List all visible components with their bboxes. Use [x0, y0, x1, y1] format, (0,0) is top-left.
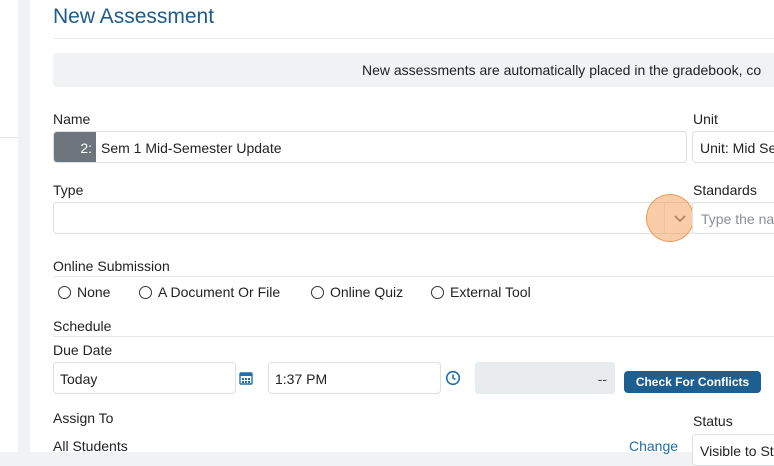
status-select[interactable]: Visible to St	[692, 434, 774, 466]
status-label: Status	[693, 413, 733, 429]
due-date-label: Due Date	[53, 342, 113, 358]
click-focus-marker	[646, 194, 694, 242]
sidebar-panel-bottom	[0, 146, 18, 452]
submission-option-external[interactable]: External Tool	[431, 284, 531, 300]
standards-input[interactable]: Type the na	[692, 202, 774, 234]
status-select-value: Visible to St	[700, 443, 774, 459]
submission-option-document-label: A Document Or File	[158, 284, 281, 300]
due-date-input-value: Today	[60, 371, 98, 387]
submission-option-external-label: External Tool	[450, 284, 531, 300]
name-prefix-badge: 2:	[54, 132, 96, 162]
standards-label: Standards	[693, 182, 757, 198]
date-picker-button[interactable]	[239, 371, 253, 385]
submission-option-quiz[interactable]: Online Quiz	[311, 284, 403, 300]
due-end-field: --	[475, 362, 615, 394]
submission-option-document[interactable]: A Document Or File	[139, 284, 280, 300]
schedule-divider	[53, 336, 774, 337]
standards-input-placeholder: Type the na	[701, 211, 774, 227]
gradebook-notice-text: New assessments are automatically placed…	[362, 62, 762, 78]
unit-label: Unit	[693, 111, 718, 127]
submission-option-none[interactable]: None	[58, 284, 110, 300]
online-submission-label: Online Submission	[53, 258, 170, 274]
sidebar-panel-top	[0, 0, 18, 138]
due-time-input-value: 1:37 PM	[275, 371, 328, 387]
name-input[interactable]: 2: Sem 1 Mid-Semester Update	[53, 131, 687, 163]
time-picker-button[interactable]	[445, 370, 461, 386]
schedule-label: Schedule	[53, 318, 112, 334]
radio-circle-icon	[431, 285, 444, 299]
calendar-icon	[239, 372, 253, 385]
page-title: New Assessment	[53, 5, 215, 28]
name-input-value: Sem 1 Mid-Semester Update	[101, 140, 282, 156]
submission-option-none-label: None	[77, 284, 111, 300]
radio-circle-icon	[311, 285, 324, 299]
assessment-form-panel: New Assessment New assessments are autom…	[30, 0, 774, 466]
due-end-value: --	[597, 371, 607, 387]
name-prefix-text: 2:	[80, 140, 92, 156]
title-divider	[53, 38, 774, 39]
check-conflicts-button[interactable]: Check For Conflicts	[624, 371, 761, 393]
due-time-input[interactable]: 1:37 PM	[268, 362, 441, 394]
radio-circle-icon	[58, 285, 71, 299]
submission-option-quiz-label: Online Quiz	[330, 284, 404, 300]
radio-circle-icon	[139, 285, 152, 299]
unit-select[interactable]: Unit: Mid Se	[692, 131, 774, 163]
left-sidebar	[0, 0, 18, 452]
assign-to-label: Assign To	[53, 410, 114, 426]
unit-select-value: Unit: Mid Se	[700, 140, 774, 156]
name-label: Name	[53, 111, 91, 127]
gradebook-notice: New assessments are automatically placed…	[53, 53, 774, 87]
type-select[interactable]	[53, 202, 694, 234]
type-label: Type	[53, 182, 84, 198]
clock-icon	[445, 370, 461, 386]
due-date-input[interactable]: Today	[53, 362, 236, 394]
online-submission-divider	[53, 276, 774, 277]
